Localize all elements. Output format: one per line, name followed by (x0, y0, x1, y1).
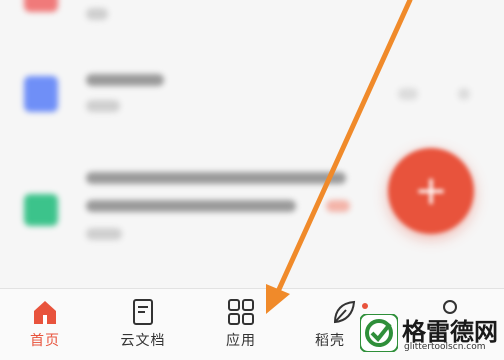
tab-home[interactable]: 首页 (5, 289, 85, 360)
create-button[interactable]: + (388, 148, 474, 234)
document-icon (133, 299, 153, 325)
home-icon (34, 301, 56, 324)
apps-grid-icon (228, 299, 254, 325)
file-name (86, 74, 164, 86)
file-meta (86, 228, 122, 240)
file-meta (86, 100, 120, 112)
notification-dot (362, 303, 368, 309)
list-item[interactable] (0, 64, 504, 124)
tab-cloud-docs[interactable]: 云文档 (103, 289, 183, 360)
file-name (86, 172, 346, 184)
status-tag (326, 200, 350, 212)
tab-apps[interactable]: 应用 (201, 289, 281, 360)
watermark: 格雷德网 glittertoolscn.com (356, 310, 504, 359)
file-meta (86, 8, 108, 20)
more-icon[interactable] (398, 88, 418, 100)
watermark-url: glittertoolscn.com (404, 342, 486, 352)
tab-label: 首页 (30, 333, 60, 349)
sheet-file-icon (24, 194, 58, 226)
more-icon[interactable] (458, 88, 470, 100)
leaf-icon (333, 300, 356, 324)
watermark-logo (360, 314, 398, 352)
file-type-icon (24, 0, 58, 12)
plus-icon: + (414, 168, 448, 214)
list-item[interactable] (0, 0, 504, 30)
recent-files-list (0, 0, 504, 288)
tab-label: 云文档 (120, 333, 166, 349)
doc-file-icon (24, 76, 58, 112)
tab-label: 应用 (226, 333, 256, 349)
file-name-line2 (86, 200, 296, 212)
